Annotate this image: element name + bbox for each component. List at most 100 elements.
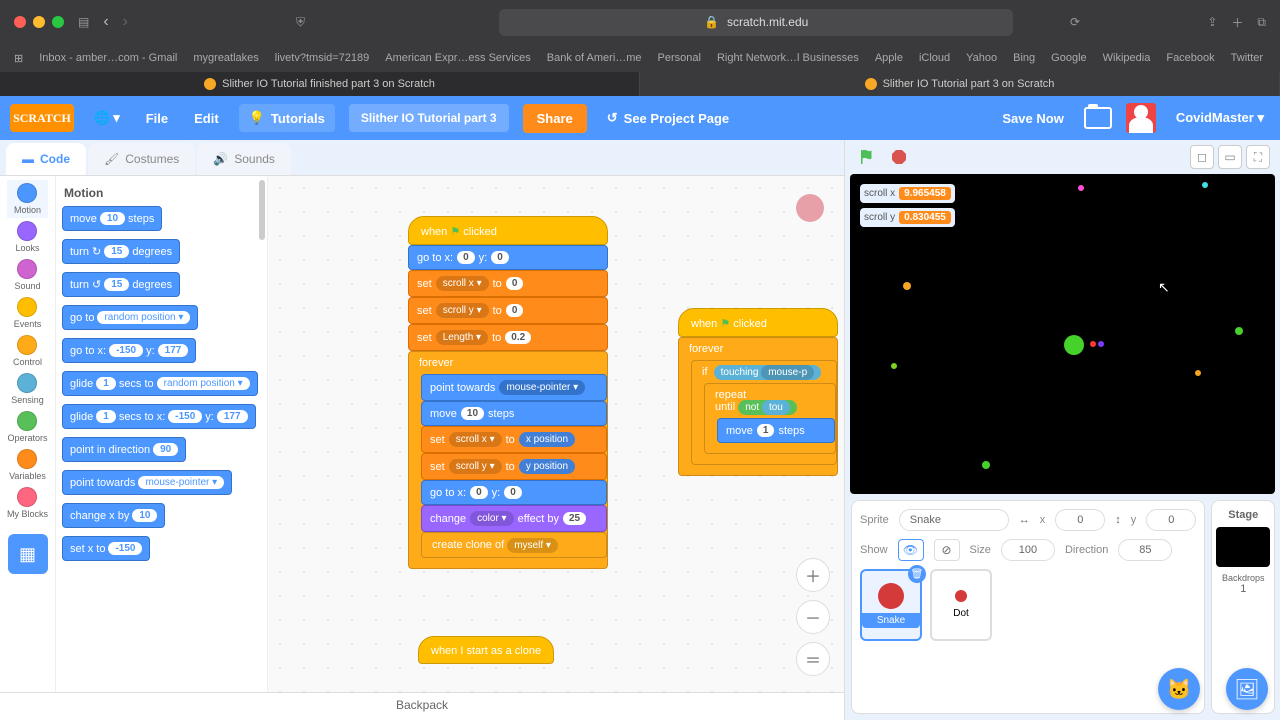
address-bar[interactable]: 🔒 scratch.mit.edu ⟳ bbox=[499, 9, 1013, 36]
block-set-variable[interactable]: setLength ▾to0.2 bbox=[408, 324, 608, 351]
my-stuff-icon[interactable] bbox=[1084, 107, 1112, 129]
show-sprite-button[interactable]: 👁 bbox=[898, 539, 924, 561]
category-sensing[interactable]: Sensing bbox=[7, 370, 48, 408]
bookmark-item[interactable]: Yahoo bbox=[966, 52, 997, 64]
hide-sprite-button[interactable]: ⊘ bbox=[934, 539, 960, 561]
bookmark-item[interactable]: Right Network…l Businesses bbox=[717, 52, 859, 64]
tab-code[interactable]: ▬Code bbox=[6, 143, 86, 175]
bookmark-item[interactable]: American Expr…ess Services bbox=[385, 52, 531, 64]
block-turn-cw[interactable]: turn↻15degrees bbox=[62, 239, 180, 264]
scratch-logo[interactable]: SCRATCH bbox=[10, 104, 74, 132]
bookmark-item[interactable]: Bing bbox=[1013, 52, 1035, 64]
bookmark-item[interactable]: livetv?tmsid=72189 bbox=[275, 52, 369, 64]
language-menu[interactable]: 🌐▾ bbox=[88, 106, 126, 130]
block-move-steps[interactable]: move1steps bbox=[717, 418, 835, 443]
bookmark-item[interactable]: Google bbox=[1051, 52, 1086, 64]
block-when-flag-clicked[interactable]: when ⚑ clicked bbox=[408, 216, 608, 245]
bookmark-item[interactable]: Inbox - amber…com - Gmail bbox=[39, 52, 177, 64]
bookmark-item[interactable]: Personal bbox=[658, 52, 701, 64]
add-sprite-button[interactable]: 🐱 bbox=[1158, 668, 1200, 710]
scripts-workspace[interactable]: when ⚑ clicked go to x:0y:0 setscroll x … bbox=[268, 176, 844, 692]
sidebar-toggle-icon[interactable]: ▤ bbox=[78, 15, 89, 29]
sprite-y-input[interactable]: 0 bbox=[1146, 509, 1196, 531]
tutorials-button[interactable]: 💡Tutorials bbox=[239, 104, 335, 132]
block-glide-to[interactable]: glide1secs torandom position ▾ bbox=[62, 371, 258, 396]
block-goto-xy[interactable]: go to x:-150y:177 bbox=[62, 338, 196, 363]
category-variables[interactable]: Variables bbox=[7, 446, 48, 484]
stop-button[interactable] bbox=[887, 145, 911, 169]
new-tab-icon[interactable]: ＋ bbox=[1231, 14, 1243, 31]
reload-icon[interactable]: ⟳ bbox=[1070, 15, 1080, 29]
variable-monitor[interactable]: scroll y0.830455 bbox=[860, 208, 955, 227]
minimize-window-icon[interactable] bbox=[33, 16, 45, 28]
account-menu[interactable]: CovidMaster ▾ bbox=[1170, 106, 1270, 130]
window-controls[interactable] bbox=[14, 16, 64, 28]
block-change-x[interactable]: change x by10 bbox=[62, 503, 165, 528]
category-motion[interactable]: Motion bbox=[7, 180, 48, 218]
tab-sounds[interactable]: 🔊Sounds bbox=[197, 143, 291, 175]
block-change-effect[interactable]: changecolor ▾effect by25 bbox=[421, 505, 607, 532]
block-forever[interactable]: forever point towardsmouse-pointer ▾ mov… bbox=[408, 351, 608, 569]
share-button[interactable]: Share bbox=[523, 104, 587, 133]
sprite-x-input[interactable]: 0 bbox=[1055, 509, 1105, 531]
zoom-window-icon[interactable] bbox=[52, 16, 64, 28]
block-set-variable[interactable]: setscroll y ▾to0 bbox=[408, 297, 608, 324]
bookmark-item[interactable]: Facebook bbox=[1166, 52, 1214, 64]
forward-button[interactable]: › bbox=[123, 13, 128, 31]
browser-tab[interactable]: Slither IO Tutorial part 3 on Scratch bbox=[640, 72, 1280, 96]
zoom-out-button[interactable]: － bbox=[796, 600, 830, 634]
tab-costumes[interactable]: 🖌Costumes bbox=[88, 143, 195, 175]
edit-menu[interactable]: Edit bbox=[188, 107, 225, 130]
block-move-steps[interactable]: move10steps bbox=[421, 401, 607, 426]
palette-scrollbar[interactable] bbox=[259, 180, 265, 240]
backpack-panel[interactable]: Backpack bbox=[0, 692, 844, 720]
sprite-name-input[interactable]: Snake bbox=[899, 509, 1009, 531]
block-set-variable[interactable]: setscroll x ▾tox position bbox=[421, 426, 607, 453]
bookmark-item[interactable]: Bank of Ameri…me bbox=[547, 52, 642, 64]
stage-canvas[interactable]: scroll x9.965458 scroll y0.830455 ↖ bbox=[850, 174, 1275, 494]
block-when-start-clone[interactable]: when I start as a clone bbox=[418, 636, 554, 664]
file-menu[interactable]: File bbox=[140, 107, 174, 130]
variable-monitor[interactable]: scroll x9.965458 bbox=[860, 184, 955, 203]
sprite-tile[interactable]: 🗑 Snake bbox=[860, 569, 922, 641]
delete-sprite-icon[interactable]: 🗑 bbox=[908, 565, 926, 583]
category-events[interactable]: Events bbox=[7, 294, 48, 332]
see-project-page-button[interactable]: ↺See Project Page bbox=[601, 106, 735, 130]
block-goto-xy[interactable]: go to x:0y:0 bbox=[421, 480, 607, 505]
sprite-direction-input[interactable]: 85 bbox=[1118, 539, 1172, 561]
category-looks[interactable]: Looks bbox=[7, 218, 48, 256]
bookmark-item[interactable]: iCloud bbox=[919, 52, 950, 64]
close-window-icon[interactable] bbox=[14, 16, 26, 28]
zoom-in-button[interactable]: ＋ bbox=[796, 558, 830, 592]
browser-tab[interactable]: Slither IO Tutorial finished part 3 on S… bbox=[0, 72, 640, 96]
block-point-direction[interactable]: point in direction90 bbox=[62, 437, 186, 462]
block-set-variable[interactable]: setscroll y ▾toy position bbox=[421, 453, 607, 480]
script-stack[interactable]: when I start as a clone bbox=[418, 636, 554, 664]
save-now-button[interactable]: Save Now bbox=[996, 107, 1069, 130]
script-stack[interactable]: when ⚑ clicked forever if touching mouse… bbox=[678, 308, 838, 476]
block-set-variable[interactable]: setscroll x ▾to0 bbox=[408, 270, 608, 297]
script-stack[interactable]: when ⚑ clicked go to x:0y:0 setscroll x … bbox=[408, 216, 608, 569]
category-my-blocks[interactable]: My Blocks bbox=[7, 484, 48, 522]
back-button[interactable]: ‹ bbox=[103, 13, 108, 31]
block-turn-ccw[interactable]: turn↺15degrees bbox=[62, 272, 180, 297]
zoom-reset-button[interactable]: ＝ bbox=[796, 642, 830, 676]
category-control[interactable]: Control bbox=[7, 332, 48, 370]
block-forever[interactable]: forever if touching mouse-p repeat until… bbox=[678, 337, 838, 476]
stage-small-button[interactable]: ◻ bbox=[1190, 145, 1214, 169]
block-point-towards[interactable]: point towardsmouse-pointer ▾ bbox=[421, 374, 607, 401]
block-point-towards[interactable]: point towardsmouse-pointer ▾ bbox=[62, 470, 232, 495]
shield-icon[interactable]: ⛨ bbox=[296, 15, 305, 30]
block-create-clone[interactable]: create clone of myself ▾ bbox=[421, 532, 607, 558]
block-repeat-until[interactable]: repeat until not tou move1steps bbox=[704, 383, 836, 454]
block-if[interactable]: if touching mouse-p repeat until not tou… bbox=[691, 360, 837, 465]
bookmark-item[interactable]: mygreatlakes bbox=[193, 52, 258, 64]
block-move-steps[interactable]: move10steps bbox=[62, 206, 162, 231]
tabs-overview-icon[interactable]: ⧉ bbox=[1257, 15, 1266, 30]
add-extension-button[interactable]: ▦ bbox=[8, 534, 48, 574]
share-icon[interactable]: ⇪ bbox=[1207, 15, 1217, 29]
block-when-flag-clicked[interactable]: when ⚑ clicked bbox=[678, 308, 838, 337]
stage-large-button[interactable]: ▭ bbox=[1218, 145, 1242, 169]
sprite-size-input[interactable]: 100 bbox=[1001, 539, 1055, 561]
bookmark-item[interactable]: Apple bbox=[875, 52, 903, 64]
